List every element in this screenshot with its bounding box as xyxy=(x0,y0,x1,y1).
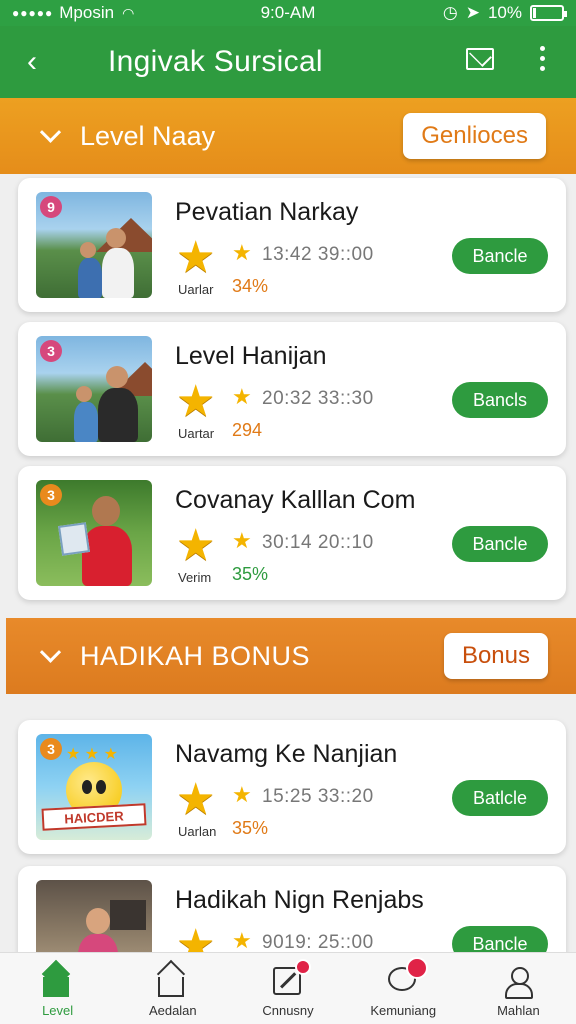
home-icon xyxy=(42,967,73,997)
item-title: Level Hanijan xyxy=(175,342,327,370)
item-percent: 294 xyxy=(232,420,263,440)
item-times: 20:32 33::30 xyxy=(262,388,374,409)
notification-dot xyxy=(295,959,311,975)
item-action-button[interactable]: Bancle xyxy=(452,238,548,274)
item-sublabel: Verim xyxy=(178,570,212,585)
rank-badge: 3 xyxy=(40,340,62,362)
nav-item-mahlan[interactable]: Mahlan xyxy=(461,953,576,1024)
list-item[interactable]: 3 ★ ★ ★ HAICDER Navamg Ke Nanjian ★ Uarl… xyxy=(18,720,566,854)
item-sublabel: Uarlan xyxy=(178,824,217,839)
home-outline-icon xyxy=(157,967,188,997)
item-title: Covanay Kalllan Com xyxy=(175,486,416,514)
battery-icon xyxy=(530,5,567,21)
item-sublabel: Uarlar xyxy=(178,282,214,297)
back-arrow-icon[interactable]: ‹ xyxy=(0,45,64,79)
rank-badge: 3 xyxy=(40,738,62,760)
card-icon xyxy=(273,959,311,997)
section-title: HADIKAH BONUS xyxy=(80,640,311,671)
list-item[interactable]: 3 Covanay Kalllan Com ★ Verim ★ 30:14 20… xyxy=(18,466,566,600)
item-times: 30:14 20::10 xyxy=(262,532,374,553)
star-icon: ★ xyxy=(176,775,216,824)
section-action-button[interactable]: Bonus xyxy=(443,633,548,679)
nav-item-kemuniang[interactable]: Kemuniang xyxy=(346,953,461,1024)
chat-icon xyxy=(388,957,429,997)
item-thumbnail: 3 xyxy=(36,480,152,586)
chevron-down-icon[interactable] xyxy=(36,122,64,150)
nav-label: Kemuniang xyxy=(370,1003,437,1018)
page-title: Ingivak Sursical xyxy=(108,45,323,78)
star-small-icon: ★ xyxy=(232,528,252,553)
star-small-icon: ★ xyxy=(232,782,252,807)
list-item[interactable]: 3 Level Hanijan ★ Uartar ★ 20:32 33::30 … xyxy=(18,322,566,456)
item-percent: 34% xyxy=(232,276,269,296)
app-bar: ‹ Ingivak Sursical xyxy=(0,26,576,98)
notification-dot xyxy=(406,957,429,979)
item-action-button[interactable]: Bancls xyxy=(452,382,548,418)
star-icon: ★ xyxy=(176,521,216,570)
item-times: 15:25 33::20 xyxy=(262,786,374,807)
list-item[interactable]: 9 Pevatian Narkay ★ Uarlar ★ 13:42 39::0… xyxy=(18,178,566,312)
rank-badge: 9 xyxy=(40,196,62,218)
item-thumbnail: 3 xyxy=(36,336,152,442)
nav-item-aedalan[interactable]: Aedalan xyxy=(115,953,230,1024)
section-header-bonus[interactable]: HADIKAH BONUS Bonus xyxy=(6,618,576,694)
status-bar: ●●●●● Mposin ◠ 9:0-AM ◷ ➤ 10% xyxy=(0,0,576,26)
star-small-icon: ★ xyxy=(232,240,252,265)
item-times: 13:42 39::00 xyxy=(262,244,374,265)
item-times: 9019: 25::00 xyxy=(262,932,374,953)
item-sublabel: Uartar xyxy=(178,426,215,441)
item-title: Navamg Ke Nanjian xyxy=(175,740,398,768)
star-small-icon: ★ xyxy=(232,384,252,409)
section-header-level[interactable]: Level Naay Genlioces xyxy=(0,98,576,174)
item-action-button[interactable]: Bancle xyxy=(452,526,548,562)
section-action-button[interactable]: Genlioces xyxy=(403,113,546,159)
nav-item-cnnusny[interactable]: Cnnusny xyxy=(230,953,345,1024)
nav-item-level[interactable]: Level xyxy=(0,953,115,1024)
clock: 9:0-AM xyxy=(260,3,316,22)
nav-label: Mahlan xyxy=(497,1003,540,1018)
user-icon xyxy=(503,967,534,999)
nav-label: Cnnusny xyxy=(262,1003,314,1018)
more-vertical-icon[interactable] xyxy=(536,46,548,71)
item-action-button[interactable]: Batlcle xyxy=(452,780,548,816)
item-percent: 35% xyxy=(232,818,269,838)
star-icon: ★ xyxy=(176,377,216,426)
thumb-banner-text: HAICDER xyxy=(41,803,147,831)
nav-label: Level xyxy=(42,1003,74,1018)
item-thumbnail: 3 ★ ★ ★ HAICDER xyxy=(36,734,152,840)
star-icon: ★ xyxy=(176,233,216,282)
item-thumbnail: 9 xyxy=(36,192,152,298)
bottom-navigation: Level Aedalan Cnnusny Kemuniang Mahlan xyxy=(0,952,576,1024)
rank-badge: 3 xyxy=(40,484,62,506)
item-percent: 35% xyxy=(232,564,269,584)
chevron-down-icon[interactable] xyxy=(36,642,64,670)
item-title: Pevatian Narkay xyxy=(175,198,359,226)
section-title: Level Naay xyxy=(80,120,216,151)
nav-label: Aedalan xyxy=(148,1003,197,1018)
star-small-icon: ★ xyxy=(232,928,252,953)
item-title: Hadikah Nign Renjabs xyxy=(175,886,424,914)
mail-icon[interactable] xyxy=(466,48,494,70)
